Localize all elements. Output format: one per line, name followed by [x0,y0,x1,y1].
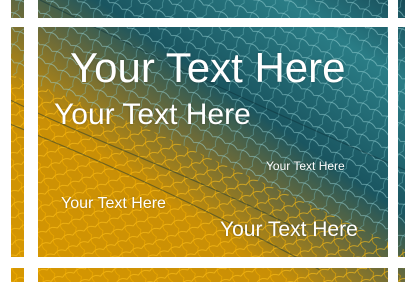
small-left-text: Your Text Here [61,195,166,212]
frame-right-inner-bar [388,0,398,282]
frame-top-bar [0,18,405,27]
headline-text: Your Text Here [70,44,346,91]
frame-left-inner-bar [24,0,38,282]
frame-left-outer-bar [0,0,11,282]
small-right-text: Your Text Here [266,159,345,173]
frame-bottom-bar [0,257,405,268]
subheadline-text: Your Text Here [54,98,251,131]
bottom-right-text: Your Text Here [220,218,358,241]
